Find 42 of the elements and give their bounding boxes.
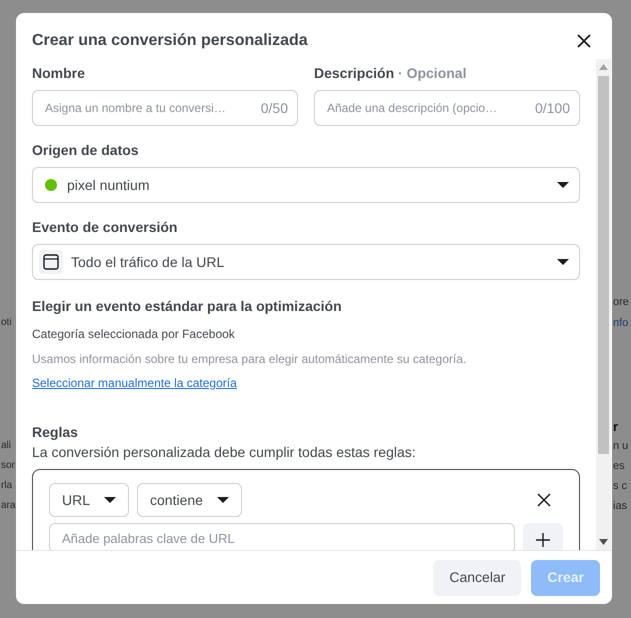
data-source-dropdown[interactable]: pixel nuntium bbox=[32, 167, 580, 203]
rules-description: La conversión personalizada debe cumplir todas estas reglas: bbox=[32, 443, 417, 461]
url-keywords-field[interactable]: Añade palabras clave de URL bbox=[49, 523, 515, 550]
cancel-button[interactable]: Cancelar bbox=[433, 560, 522, 596]
name-label: Nombre bbox=[32, 65, 85, 81]
background-text: r bbox=[613, 420, 618, 434]
add-button[interactable] bbox=[523, 523, 563, 550]
caret-icon bbox=[104, 496, 116, 504]
operator-dropdown[interactable]: contiene bbox=[137, 483, 242, 517]
close-icon bbox=[537, 493, 551, 507]
section-heading: Elegir un evento estándar para la optimización bbox=[32, 297, 343, 316]
help-text: Usamos información sobre tu empresa para elegir automáticamente su categoría. bbox=[32, 351, 468, 368]
character-counter: 0/50 bbox=[260, 99, 288, 117]
background-text: ore bbox=[613, 295, 629, 309]
caret-icon bbox=[557, 181, 569, 189]
background-text: oti bbox=[1, 316, 12, 330]
rules-heading: Reglas bbox=[32, 423, 79, 442]
conversion-event-dropdown[interactable]: Todo el tráfico de la URL bbox=[32, 244, 580, 280]
description-label: Descripción bbox=[314, 65, 394, 81]
background-text: ali bbox=[1, 439, 12, 453]
scroll-down-icon[interactable] bbox=[599, 539, 608, 545]
background-text: s c bbox=[613, 479, 628, 493]
background-text: ias bbox=[613, 499, 628, 513]
caret-icon bbox=[216, 496, 229, 504]
browser-window-icon bbox=[39, 250, 63, 274]
optional-label: · Opcional bbox=[398, 65, 466, 81]
field-dropdown[interactable]: URL bbox=[49, 483, 130, 517]
background-text: ara bbox=[1, 499, 16, 513]
select-category-link[interactable]: Seleccionar manualmente la categoría bbox=[32, 376, 237, 390]
caret-icon bbox=[557, 258, 569, 266]
character-counter: 0/100 bbox=[534, 99, 570, 117]
background-text: sor bbox=[1, 459, 15, 473]
close-icon bbox=[576, 33, 592, 49]
data-source-label: Origen de datos bbox=[32, 142, 139, 158]
plus-icon bbox=[536, 533, 550, 547]
scrollbar[interactable] bbox=[596, 59, 611, 550]
conversion-event-label: Evento de conversión bbox=[32, 219, 178, 235]
background-text: rla bbox=[1, 479, 12, 493]
background-text: es bbox=[613, 459, 625, 473]
dialog-title: Crear una conversión personalizada bbox=[32, 31, 308, 51]
background-text: n u bbox=[613, 439, 628, 453]
selected-category-text: Categoría seleccionada por Facebook bbox=[32, 326, 236, 343]
